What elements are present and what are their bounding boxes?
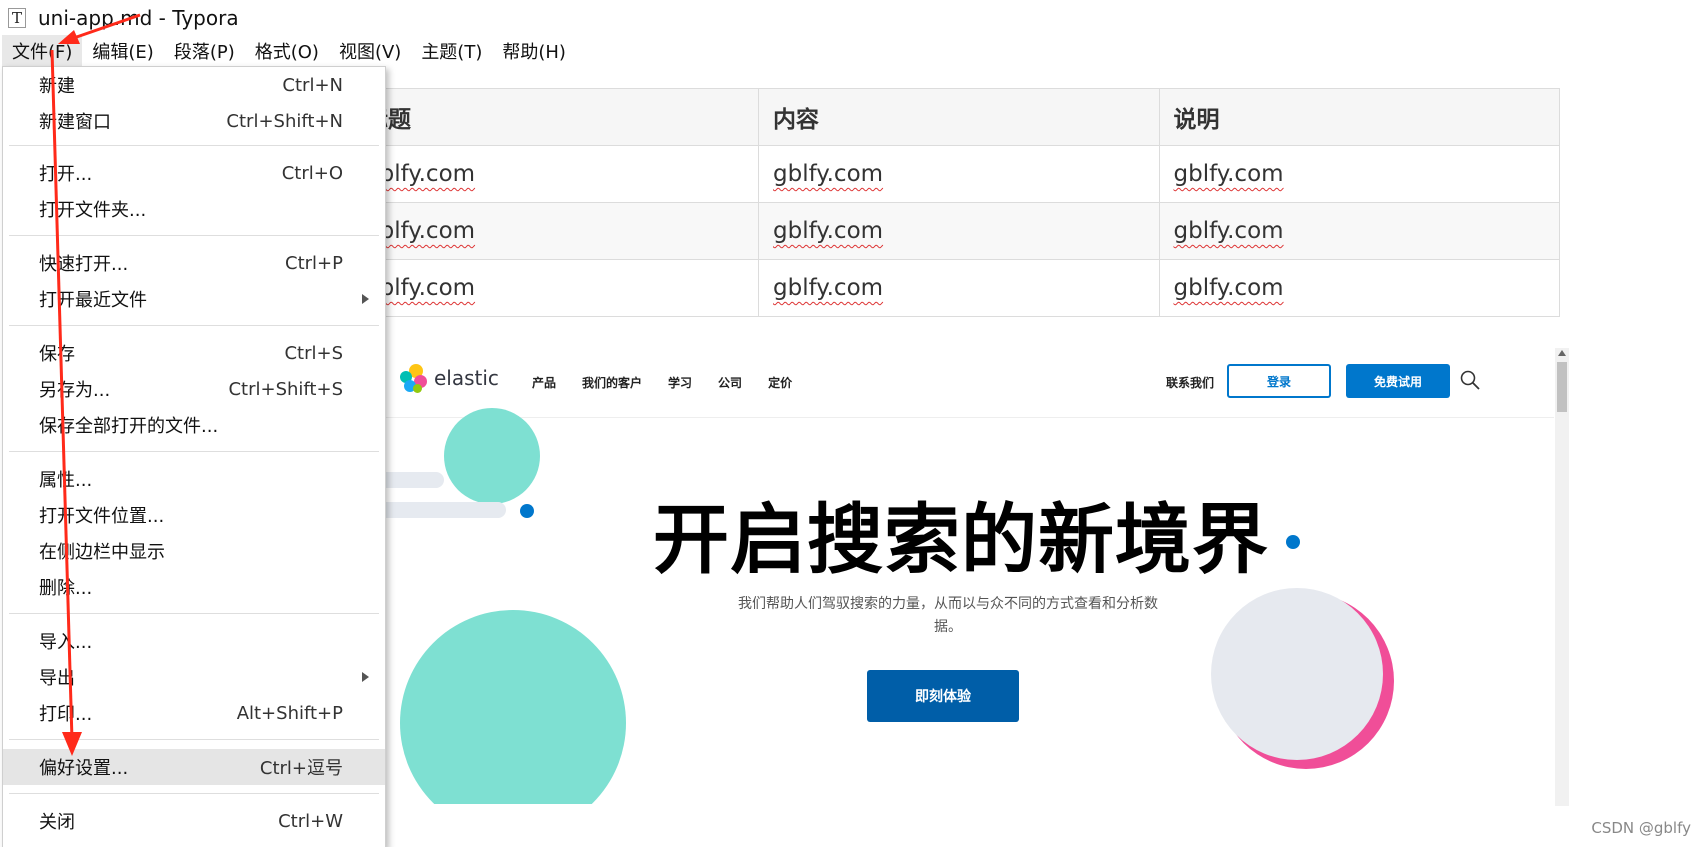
menu-item-open-recent[interactable]: 打开最近文件 [3, 281, 385, 317]
menu-item-save-as[interactable]: 另存为... Ctrl+Shift+S [3, 371, 385, 407]
table-cell[interactable]: gblfy.com [1158, 259, 1560, 317]
table-row: gblfy.com gblfy.com gblfy.com [358, 259, 1560, 317]
window-title: uni-app.md - Typora [38, 6, 239, 30]
menu-separator [9, 739, 379, 740]
typora-app-icon: T [8, 8, 26, 28]
menu-item-import[interactable]: 导入... [3, 623, 385, 659]
try-now-button[interactable]: 即刻体验 [867, 670, 1019, 722]
table-cell[interactable]: gblfy.com [1158, 145, 1560, 203]
menu-item-export[interactable]: 导出 [3, 659, 385, 695]
menu-item-new[interactable]: 新建 Ctrl+N [3, 67, 385, 103]
nav-products[interactable]: 产品 [532, 374, 556, 391]
file-menu-dropdown: 新建 Ctrl+N 新建窗口 Ctrl+Shift+N 打开... Ctrl+O 打开… [2, 66, 386, 847]
elastic-logo: elastic [400, 364, 499, 393]
table-cell[interactable]: gblfy.com [758, 145, 1160, 203]
title-bar: T uni-app.md - Typora [0, 0, 1705, 36]
menu-item-delete[interactable]: 删除... [3, 569, 385, 605]
menu-item-save-all[interactable]: 保存全部打开的文件... [3, 407, 385, 443]
menu-separator [9, 793, 379, 794]
menu-edit[interactable]: 编辑(E) [82, 35, 163, 67]
decor-teal-circle-large [400, 610, 626, 804]
decor-gray-circle [1211, 588, 1383, 760]
embedded-elastic-screenshot[interactable]: elastic 产品 我们的客户 学习 公司 定价 联系我们 登录 免费试用 开… [368, 348, 1554, 804]
search-icon[interactable] [1459, 369, 1481, 391]
menu-item-open-folder[interactable]: 打开文件夹... [3, 191, 385, 227]
csdn-watermark: CSDN @gblfy [1591, 819, 1691, 837]
menu-item-open[interactable]: 打开... Ctrl+O [3, 155, 385, 191]
login-button[interactable]: 登录 [1227, 364, 1331, 398]
menu-separator [9, 325, 379, 326]
submenu-arrow-icon [362, 294, 369, 304]
menu-item-save[interactable]: 保存 Ctrl+S [3, 335, 385, 371]
submenu-arrow-icon [362, 672, 369, 682]
menu-item-new-window[interactable]: 新建窗口 Ctrl+Shift+N [3, 103, 385, 139]
elastic-nav: 产品 我们的客户 学习 公司 定价 [532, 374, 792, 391]
table-cell[interactable]: gblfy.com [358, 145, 759, 203]
nav-pricing[interactable]: 定价 [768, 374, 792, 391]
elastic-subtitle: 我们帮助人们驾驭搜索的力量，从而以与众不同的方式查看和分析数据。 [738, 596, 1158, 635]
menu-paragraph[interactable]: 段落(P) [164, 35, 245, 67]
table-cell[interactable]: gblfy.com [358, 259, 759, 317]
table-cell[interactable]: gblfy.com [358, 202, 759, 260]
menu-item-properties[interactable]: 属性... [3, 461, 385, 497]
elastic-logo-text: elastic [434, 366, 499, 390]
elastic-logo-icon [400, 364, 428, 393]
menu-file[interactable]: 文件(F) [2, 35, 83, 67]
table-header-cell[interactable]: 标题 [358, 88, 759, 146]
menu-help[interactable]: 帮助(H) [492, 35, 576, 67]
nav-learn[interactable]: 学习 [668, 374, 692, 391]
table-row: gblfy.com gblfy.com gblfy.com [358, 145, 1560, 203]
menu-separator [9, 613, 379, 614]
menu-view[interactable]: 视图(V) [329, 35, 411, 67]
menu-item-open-file-location[interactable]: 打开文件位置... [3, 497, 385, 533]
menu-item-preferences[interactable]: 偏好设置... Ctrl+逗号 [3, 749, 385, 785]
nav-company[interactable]: 公司 [718, 374, 742, 391]
menu-format[interactable]: 格式(O) [245, 35, 329, 67]
menu-item-close[interactable]: 关闭 Ctrl+W [3, 803, 385, 839]
table-header-cell[interactable]: 内容 [758, 88, 1160, 146]
elastic-headline: 开启搜索的新境界 [653, 495, 1269, 584]
menu-item-print[interactable]: 打印... Alt+Shift+P [3, 695, 385, 731]
scroll-up-arrow-icon[interactable] [1558, 350, 1566, 356]
menu-separator [9, 235, 379, 236]
menu-bar: 文件(F) 编辑(E) 段落(P) 格式(O) 视图(V) 主题(T) 帮助(H… [0, 35, 576, 67]
menu-item-reveal-in-sidebar[interactable]: 在侧边栏中显示 [3, 533, 385, 569]
table-cell[interactable]: gblfy.com [758, 202, 1160, 260]
table-header-cell[interactable]: 说明 [1158, 88, 1560, 146]
menu-separator [9, 451, 379, 452]
contact-link[interactable]: 联系我们 [1166, 374, 1214, 391]
menu-separator [9, 145, 379, 146]
markdown-table: 标题 内容 说明 gblfy.com gblfy.com gblfy.com g… [358, 88, 1560, 317]
menu-theme[interactable]: 主题(T) [411, 35, 492, 67]
nav-customers[interactable]: 我们的客户 [582, 374, 642, 391]
menu-item-quick-open[interactable]: 快速打开... Ctrl+P [3, 245, 385, 281]
free-trial-button[interactable]: 免费试用 [1346, 364, 1450, 398]
table-cell[interactable]: gblfy.com [758, 259, 1160, 317]
table-row: gblfy.com gblfy.com gblfy.com [358, 202, 1560, 260]
scroll-thumb[interactable] [1557, 362, 1567, 412]
table-header-row: 标题 内容 说明 [358, 88, 1560, 146]
elastic-header: elastic 产品 我们的客户 学习 公司 定价 联系我们 登录 免费试用 [368, 348, 1554, 418]
scrollbar[interactable] [1555, 348, 1569, 806]
table-cell[interactable]: gblfy.com [1158, 202, 1560, 260]
